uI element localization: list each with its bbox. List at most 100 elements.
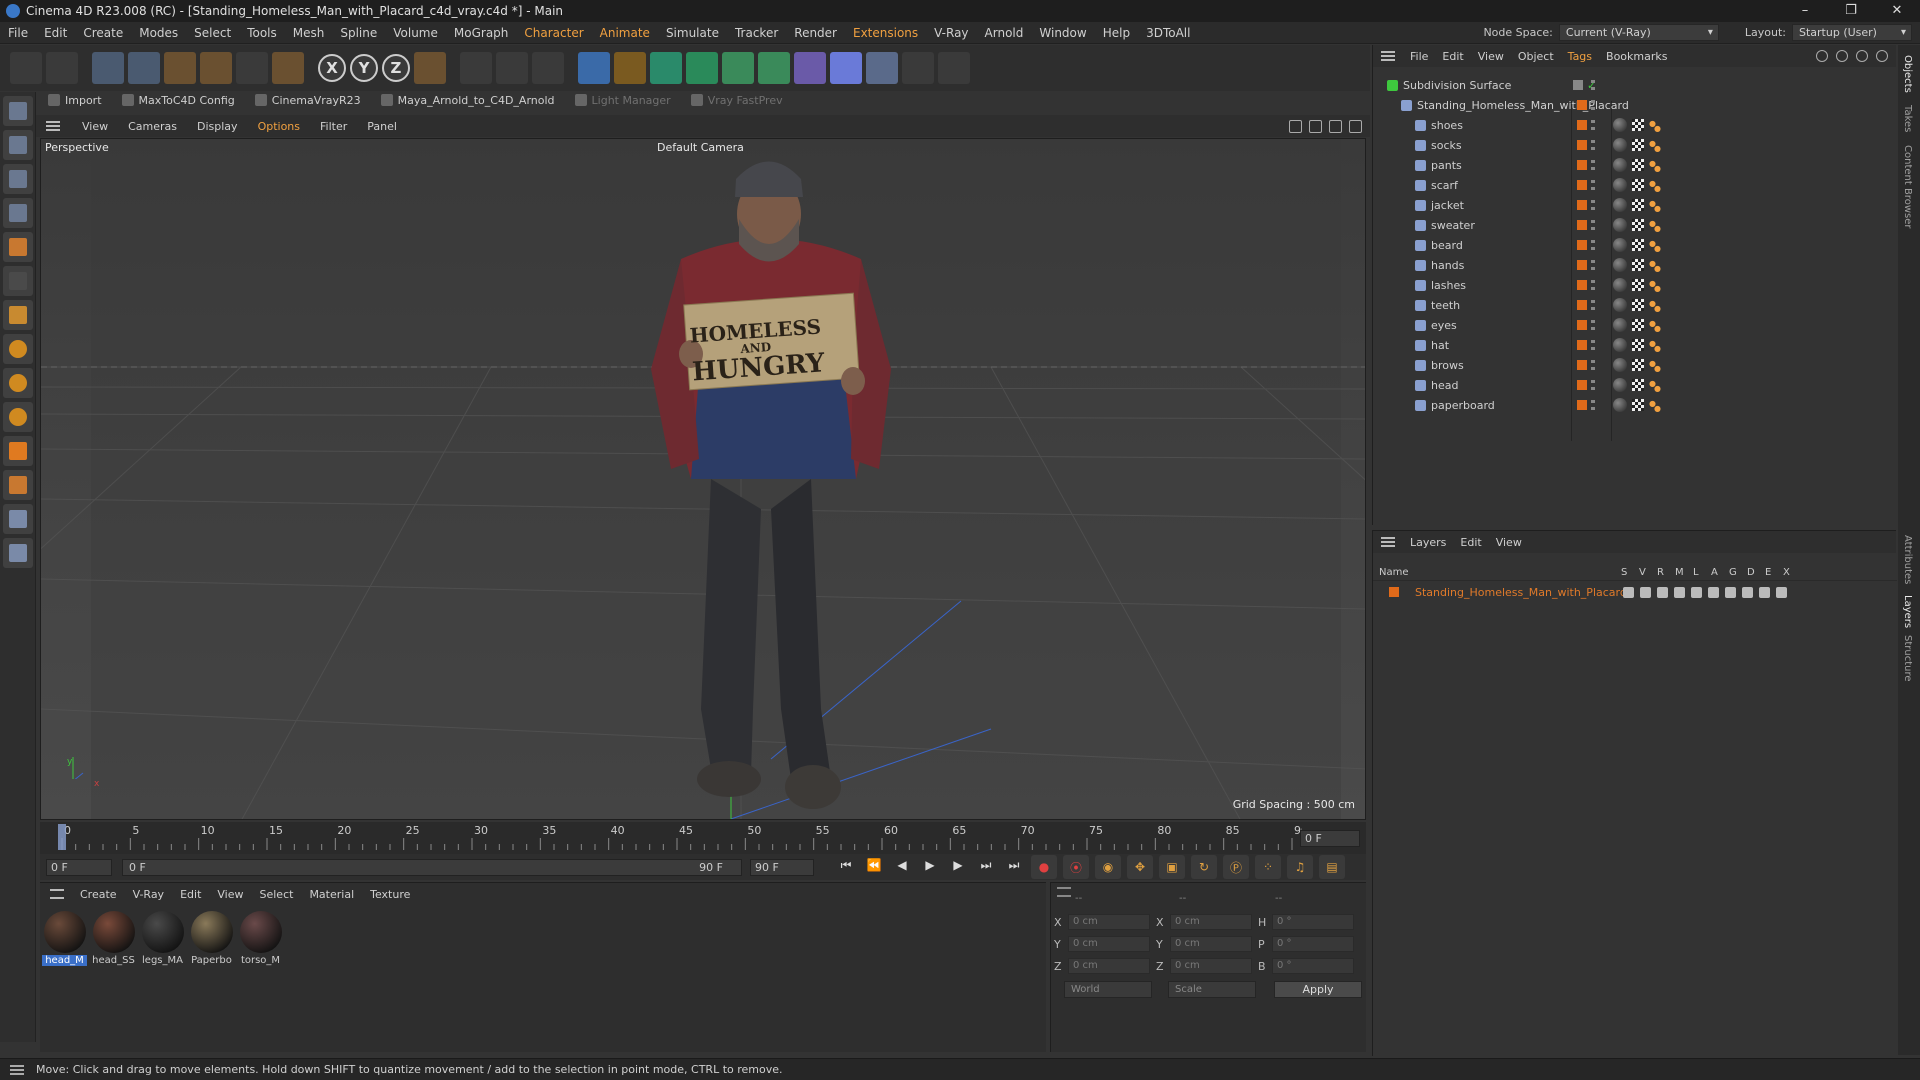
close-button[interactable]: ✕ xyxy=(1874,0,1920,22)
object-name[interactable]: jacket xyxy=(1431,199,1464,212)
x-axis-icon[interactable]: X xyxy=(318,54,346,82)
object-name[interactable]: eyes xyxy=(1431,319,1457,332)
vray-tag-icon[interactable] xyxy=(1649,299,1661,313)
search-icon[interactable] xyxy=(1816,50,1828,62)
polygons-mode-icon[interactable] xyxy=(3,232,33,262)
menu-volume[interactable]: Volume xyxy=(385,26,446,40)
visibility-toggle-icon[interactable] xyxy=(1591,340,1595,350)
uvw-tag-icon[interactable] xyxy=(1632,359,1644,371)
render-settings-icon[interactable] xyxy=(532,52,564,84)
side-tab-structure[interactable]: Structure xyxy=(1902,635,1913,682)
frame-range-slider[interactable]: 0 F 90 F xyxy=(122,858,742,876)
object-name[interactable]: hat xyxy=(1431,339,1449,352)
deformer-icon[interactable] xyxy=(794,52,826,84)
object-row-group[interactable]: Standing_Homeless_Man_with_Placard xyxy=(1373,95,1897,115)
visibility-toggle-icon[interactable] xyxy=(1591,240,1595,250)
layer-color-icon[interactable] xyxy=(1577,380,1587,390)
viewport-menu-cameras[interactable]: Cameras xyxy=(118,120,187,133)
maximize-view-icon[interactable] xyxy=(1349,119,1362,133)
material-tag-icon[interactable] xyxy=(1613,398,1627,412)
node-space-select[interactable]: Current (V-Ray) xyxy=(1558,24,1719,41)
pen-icon[interactable] xyxy=(614,52,646,84)
vray-tag-icon[interactable] xyxy=(1649,119,1661,133)
subdivision-icon[interactable] xyxy=(650,52,682,84)
current-frame-field[interactable]: 0 F xyxy=(1300,830,1360,847)
visibility-toggle-icon[interactable] xyxy=(1591,280,1595,290)
grid-icon[interactable] xyxy=(3,504,33,534)
material-menu-create[interactable]: Create xyxy=(72,888,125,901)
material-tag-icon[interactable] xyxy=(1613,238,1627,252)
side-tab-layers[interactable]: Layers xyxy=(1902,595,1913,628)
view-icon[interactable] xyxy=(1640,586,1651,598)
visibility-toggle-icon[interactable] xyxy=(1591,260,1595,270)
viewport-menu-icon[interactable] xyxy=(46,121,60,131)
end-frame-field[interactable]: 90 F xyxy=(750,858,814,876)
layer-color-swatch[interactable] xyxy=(1389,587,1399,597)
vray-tag-icon[interactable] xyxy=(1649,279,1661,293)
minimize-button[interactable]: – xyxy=(1782,0,1828,22)
vray-tag-icon[interactable] xyxy=(1649,219,1661,233)
material-swatch[interactable]: Paperbo xyxy=(189,911,234,966)
layer-menu-icon[interactable] xyxy=(1381,537,1395,547)
object-row-shoes[interactable]: shoes xyxy=(1373,115,1897,135)
texture-mode-icon[interactable] xyxy=(3,130,33,160)
object-row-lashes[interactable]: lashes xyxy=(1373,275,1897,295)
visibility-toggle-icon[interactable] xyxy=(1591,400,1595,410)
status-menu-icon[interactable] xyxy=(10,1064,24,1075)
scale-icon[interactable] xyxy=(164,52,196,84)
layer-color-icon[interactable] xyxy=(1577,180,1587,190)
object-menu-object[interactable]: Object xyxy=(1511,50,1561,63)
uvw-tag-icon[interactable] xyxy=(1632,259,1644,271)
apply-button[interactable]: Apply xyxy=(1274,981,1362,998)
object-name[interactable]: lashes xyxy=(1431,279,1466,292)
maximize-button[interactable]: ❐ xyxy=(1828,0,1874,22)
layer-color-icon[interactable] xyxy=(1577,200,1587,210)
uvw-tag-icon[interactable] xyxy=(1632,339,1644,351)
material-tag-icon[interactable] xyxy=(1613,118,1627,132)
floor-icon[interactable] xyxy=(866,52,898,84)
material-tag-icon[interactable] xyxy=(1613,358,1627,372)
visibility-toggle-icon[interactable] xyxy=(1591,120,1595,130)
menu-mograph[interactable]: MoGraph xyxy=(446,26,517,40)
layer-menu-edit[interactable]: Edit xyxy=(1453,536,1488,549)
vray-tag-icon[interactable] xyxy=(1649,259,1661,273)
pan-icon[interactable] xyxy=(1289,119,1302,133)
home-icon[interactable] xyxy=(1836,50,1848,62)
soft-selection-icon[interactable] xyxy=(3,368,33,398)
viewport-menu-view[interactable]: View xyxy=(72,120,118,133)
vray-tag-icon[interactable] xyxy=(1649,319,1661,333)
material-tag-icon[interactable] xyxy=(1613,278,1627,292)
object-menu-bookmarks[interactable]: Bookmarks xyxy=(1599,50,1674,63)
material-tag-icon[interactable] xyxy=(1613,318,1627,332)
object-name[interactable]: Subdivision Surface xyxy=(1403,79,1511,92)
vray-tag-icon[interactable] xyxy=(1649,379,1661,393)
uvw-tag-icon[interactable] xyxy=(1632,199,1644,211)
keyframe-selection-icon[interactable]: ◉ xyxy=(1095,855,1121,879)
camera-icon[interactable] xyxy=(902,52,934,84)
object-row-brows[interactable]: brows xyxy=(1373,355,1897,375)
render-view-icon[interactable] xyxy=(496,52,528,84)
vray-tag-icon[interactable] xyxy=(1649,159,1661,173)
vray-tag-icon[interactable] xyxy=(1649,199,1661,213)
layer-color-icon[interactable] xyxy=(1577,280,1587,290)
visibility-toggle-icon[interactable] xyxy=(1591,360,1595,370)
menu-spline[interactable]: Spline xyxy=(332,26,385,40)
visibility-toggle-icon[interactable] xyxy=(1591,80,1595,90)
uvw-tag-icon[interactable] xyxy=(1632,379,1644,391)
viewport-menu-filter[interactable]: Filter xyxy=(310,120,357,133)
key-position-icon[interactable]: ✥ xyxy=(1127,855,1153,879)
prev-frame-icon[interactable]: ◀ xyxy=(891,855,913,875)
material-menu-edit[interactable]: Edit xyxy=(172,888,209,901)
xref-icon[interactable] xyxy=(1776,586,1787,598)
visibility-toggle-icon[interactable] xyxy=(1591,100,1595,110)
extrude-icon[interactable] xyxy=(686,52,718,84)
layer-color-icon[interactable] xyxy=(1577,160,1587,170)
material-menu-material[interactable]: Material xyxy=(301,888,362,901)
visibility-toggle-icon[interactable] xyxy=(1591,300,1595,310)
uvw-tag-icon[interactable] xyxy=(1632,219,1644,231)
move-tool-icon[interactable] xyxy=(3,436,33,466)
cube-icon[interactable] xyxy=(578,52,610,84)
select-icon[interactable] xyxy=(92,52,124,84)
menu-mesh[interactable]: Mesh xyxy=(285,26,333,40)
material-tag-icon[interactable] xyxy=(1613,258,1627,272)
